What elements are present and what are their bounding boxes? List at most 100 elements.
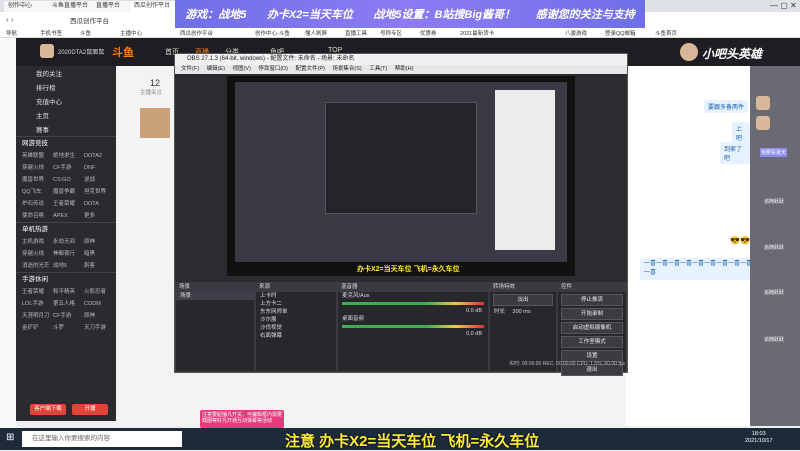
game-link[interactable]: DOTA (84, 198, 115, 210)
game-link[interactable]: 消逝的光芒 (22, 260, 53, 272)
virtual-camera-button[interactable]: 启动虚拟摄像机 (561, 322, 623, 334)
game-link[interactable]: LOL手游 (22, 298, 53, 310)
streamer-avatar[interactable] (40, 44, 54, 58)
site-logo[interactable]: 斗鱼 (112, 44, 134, 60)
bookmark-item[interactable]: 主播中心 (120, 29, 142, 37)
sidebar-item-rank[interactable]: 排行榜 (16, 80, 116, 94)
obs-menu-item[interactable]: 停靠窗口(D) (258, 66, 288, 72)
obs-menu-item[interactable]: 帮助(H) (395, 66, 414, 72)
game-link[interactable]: 使命召唤 (22, 210, 53, 222)
follow-count: 12 (150, 78, 161, 88)
taskbar-search-input[interactable]: 在这里输入你要搜索的内容 (22, 431, 182, 447)
sidebar-item-home[interactable]: 主页 (16, 108, 116, 122)
back-icon[interactable]: ‹ › (6, 15, 14, 24)
obs-menu-item[interactable]: 编辑(E) (207, 66, 225, 72)
bookmark-item[interactable]: 号称专区 (380, 29, 402, 37)
obs-menu-item[interactable]: 配置文件(P) (295, 66, 324, 72)
bookmark-item[interactable]: 2021最新货卡 (460, 29, 494, 37)
game-link[interactable]: QQ飞车 (22, 186, 53, 198)
windows-start-icon[interactable]: ⊞ (6, 432, 14, 443)
bookmark-item[interactable]: 斗鱼首页 (655, 29, 677, 37)
start-recording-button[interactable]: 开始录制 (561, 308, 623, 320)
game-link[interactable]: APEX (53, 210, 84, 222)
streamer-name[interactable]: 2020DTA2鼠面鼠 (58, 47, 104, 56)
obs-preview[interactable]: 办卡X2=当天车位 飞机=永久车位 (227, 76, 575, 276)
bookmark-item[interactable]: 登录QQ邮箱 (605, 29, 636, 37)
scene-item[interactable]: 场景 (176, 292, 254, 300)
obs-menu-item[interactable]: 视图(V) (232, 66, 250, 72)
bookmark-item[interactable]: 八骏游戏 (565, 29, 587, 37)
bookmark-item[interactable]: 斗鱼 (80, 29, 91, 37)
game-link[interactable]: CF手游 (53, 162, 84, 174)
download-client-button[interactable]: 客户端下载 (30, 404, 66, 415)
game-link[interactable]: 魔兽争霸 (53, 186, 84, 198)
game-link[interactable]: 第五人格 (53, 298, 84, 310)
transition-duration-row: 时长 300 ms (490, 308, 556, 316)
game-link[interactable]: 斗罗 (53, 322, 84, 334)
bookmark-item[interactable]: 西瓜创作平台 (180, 29, 213, 37)
browser-tab-active[interactable]: 西瓜创作平台 (130, 1, 180, 12)
bookmark-item[interactable]: 懂人刷屏 (305, 29, 327, 37)
source-item[interactable]: 东东网师单 (256, 308, 336, 316)
source-item[interactable]: 上方卡二 (256, 300, 336, 308)
sidebar-item-recharge[interactable]: 充值中心 (16, 94, 116, 108)
viewer-label: 我要看夏天 (760, 148, 788, 157)
game-link[interactable]: 原神 (84, 236, 115, 248)
browser-tab[interactable]: 创作中心 (4, 1, 52, 12)
start-stream-button[interactable]: 开播 (72, 404, 108, 415)
banner-item: 游戏：战地5 (185, 9, 247, 21)
game-link[interactable]: 暗黑 (84, 248, 115, 260)
window-controls[interactable]: — ▢ ✕ (770, 1, 797, 10)
game-link[interactable]: 坦克世界 (84, 186, 115, 198)
bookmark-item[interactable]: 创作中心-斗鱼 (255, 29, 290, 37)
game-link[interactable]: 天涯明月刀 (22, 310, 53, 322)
sidebar-item-events[interactable]: 赛事 (16, 122, 116, 136)
game-link[interactable]: CS:GO (53, 174, 84, 186)
duration-input[interactable]: 300 ms (513, 309, 531, 315)
obs-menu-item[interactable]: 文件(F) (181, 66, 199, 72)
game-link[interactable]: 神都夜行 (53, 248, 84, 260)
game-link[interactable]: 永劫无间 (53, 236, 84, 248)
game-link[interactable]: 穿越火线 (22, 248, 53, 260)
source-item[interactable]: 沙尔展 (256, 316, 336, 324)
obs-menu-item[interactable]: 工具(T) (369, 66, 387, 72)
game-link[interactable]: 金铲铲 (22, 322, 53, 334)
game-link[interactable]: CF手游 (53, 310, 84, 322)
game-link[interactable]: 魔兽世界 (22, 174, 53, 186)
obs-menu-item[interactable]: 场景集合(S) (332, 66, 361, 72)
game-link[interactable]: 原神 (84, 310, 115, 322)
game-link[interactable]: 王者荣耀 (53, 198, 84, 210)
game-link[interactable]: 和平精英 (53, 286, 84, 298)
transitions-dock: 转场特效 淡出 时长 300 ms (489, 282, 557, 372)
stop-streaming-button[interactable]: 停止推流 (561, 294, 623, 306)
bookmark-item[interactable]: 导航 (6, 29, 17, 37)
source-item[interactable]: 右面弹幕 (256, 332, 336, 340)
bookmark-item[interactable]: 优惠券 (420, 29, 437, 37)
studio-mode-button[interactable]: 工作室模式 (561, 336, 623, 348)
sidebar-item-follow[interactable]: 我的关注 (16, 66, 116, 80)
game-link[interactable]: 更多 (84, 210, 115, 222)
game-link[interactable]: DOTA2 (84, 150, 115, 162)
transition-select[interactable]: 淡出 (493, 294, 553, 306)
game-link[interactable]: 天刀手游 (84, 322, 115, 334)
browser-tab[interactable]: 直播平台 (92, 1, 134, 12)
game-link[interactable]: 王者荣耀 (22, 286, 53, 298)
url-input[interactable]: 西瓜创作平台 (70, 15, 109, 25)
game-link[interactable]: 火影忍者 (84, 286, 115, 298)
source-item[interactable]: 上卡时 (256, 292, 336, 300)
bookmarks-bar: 导航 手机书签 斗鱼 主播中心 西瓜创作平台 创作中心-斗鱼 懂人刷屏 直播工具… (0, 28, 800, 38)
game-link[interactable]: 绝地求生 (53, 150, 84, 162)
game-link[interactable]: 穿越火线 (22, 162, 53, 174)
bookmark-item[interactable]: 手机书签 (40, 29, 62, 37)
game-link[interactable]: 炉石传说 (22, 198, 53, 210)
game-link[interactable]: 战地5 (53, 260, 84, 272)
game-link[interactable]: 英雄联盟 (22, 150, 53, 162)
game-link[interactable]: CODM (84, 298, 115, 310)
source-item[interactable]: 沙伐视觉 (256, 324, 336, 332)
browser-tab[interactable]: 斗鱼直播平台 (48, 1, 96, 12)
game-link[interactable]: 刺客 (84, 260, 115, 272)
game-link[interactable]: 逆战 (84, 174, 115, 186)
bookmark-item[interactable]: 直播工具 (345, 29, 367, 37)
game-link[interactable]: DNF (84, 162, 115, 174)
game-link[interactable]: 主机游戏 (22, 236, 53, 248)
